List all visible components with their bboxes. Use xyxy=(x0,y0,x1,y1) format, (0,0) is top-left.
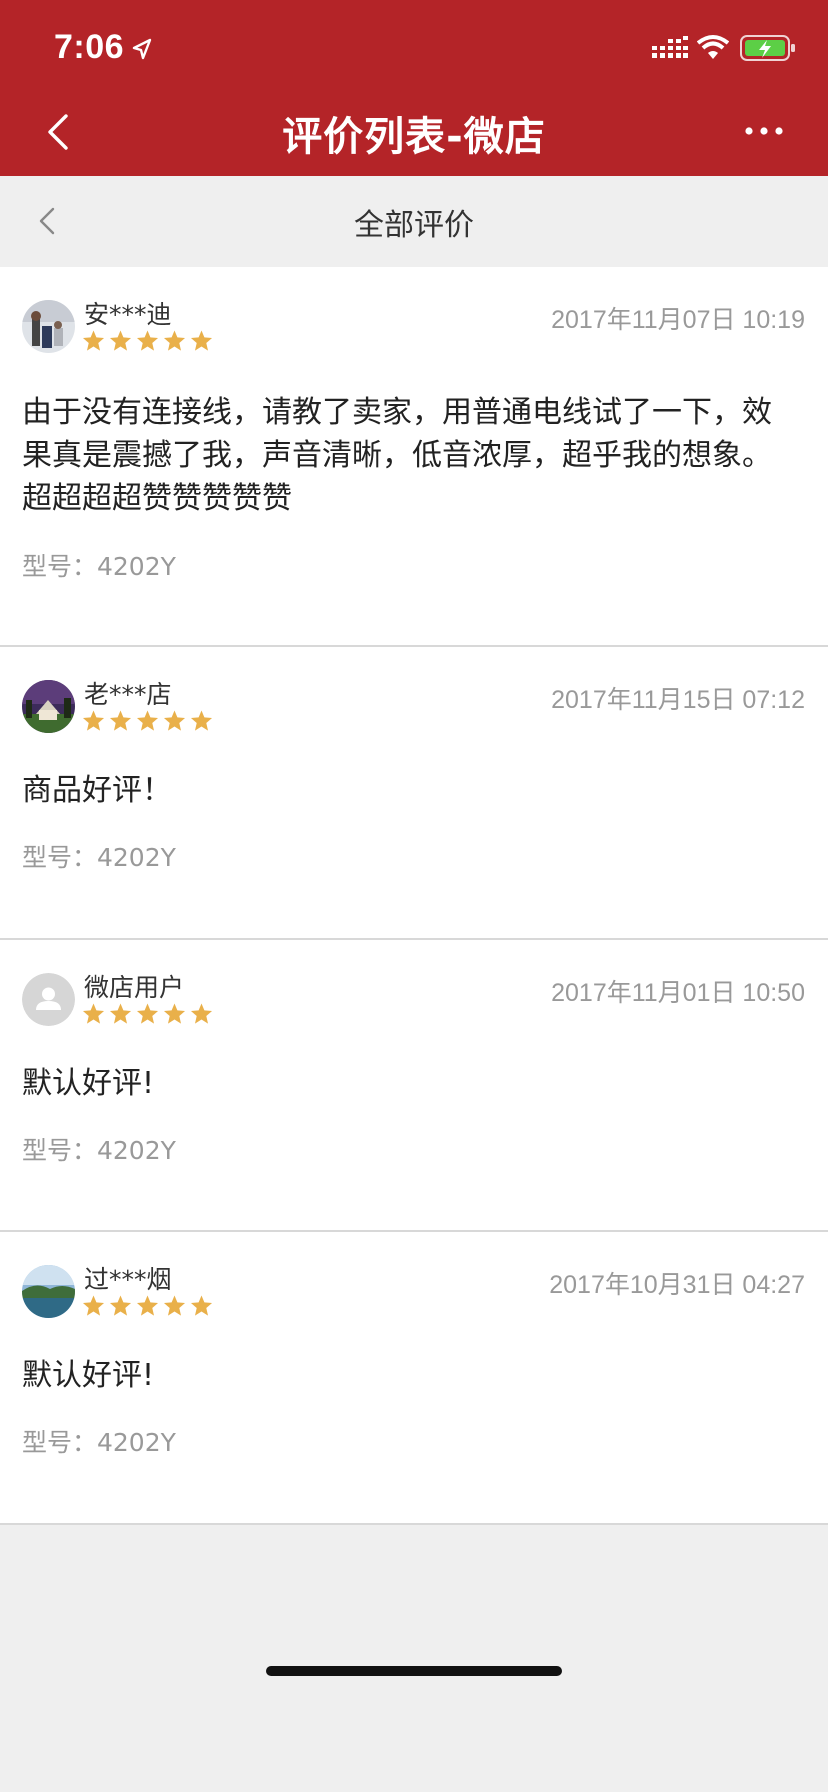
review-date: 2017年11月07日 10:19 xyxy=(551,306,805,334)
user-avatar xyxy=(22,1265,75,1318)
review-date: 2017年11月15日 07:12 xyxy=(551,686,805,714)
wifi-icon xyxy=(697,35,729,59)
user-avatar xyxy=(22,300,75,353)
default-avatar-icon xyxy=(22,973,75,1026)
review-date: 2017年11月01日 10:50 xyxy=(551,979,805,1007)
star-icon xyxy=(163,1003,186,1024)
star-icon xyxy=(82,710,105,731)
star-icon xyxy=(163,1295,186,1316)
product-model: 型号：4202Y xyxy=(22,1428,176,1457)
star-icon xyxy=(190,710,213,731)
product-model: 型号：4202Y xyxy=(22,843,176,872)
review-text: 由于没有连接线，请教了卖家，用普通电线试了一下，效果真是震撼了我，声音清晰，低音… xyxy=(22,395,772,516)
star-icon xyxy=(109,1295,132,1316)
star-icon xyxy=(136,1295,159,1316)
star-icon xyxy=(136,710,159,731)
top-bar: 7:06 评价列表-微店 xyxy=(0,0,828,176)
star-icon xyxy=(190,1003,213,1024)
review-item: 老***店 2017年11月15日 07:12 商品好评！ 型号：4202Y xyxy=(0,647,828,940)
product-model: 型号：4202Y xyxy=(22,1136,176,1165)
sub-header: 全部评价 xyxy=(0,176,828,267)
star-icon xyxy=(109,710,132,731)
review-item: 安***迪 2017年11月07日 10:19 由于没有连接线，请教了卖家，用普… xyxy=(0,267,828,647)
review-item: 微店用户 2017年11月01日 10:50 默认好评! 型号：4202Y xyxy=(0,940,828,1232)
review-text: 商品好评！ xyxy=(22,773,172,808)
star-icon xyxy=(190,1295,213,1316)
star-icon xyxy=(82,330,105,351)
cellular-signal-icon xyxy=(652,36,688,58)
rating-stars xyxy=(82,1002,213,1025)
user-name: 微店用户 xyxy=(84,973,185,1002)
review-date: 2017年10月31日 04:27 xyxy=(549,1271,805,1299)
rating-stars xyxy=(82,329,213,352)
star-icon xyxy=(136,330,159,351)
more-icon[interactable] xyxy=(744,118,784,144)
star-icon xyxy=(163,330,186,351)
review-text: 默认好评! xyxy=(22,1358,155,1393)
star-icon xyxy=(190,330,213,351)
star-icon xyxy=(82,1295,105,1316)
home-indicator[interactable] xyxy=(266,1666,562,1676)
battery-charging-icon xyxy=(740,35,795,61)
star-icon xyxy=(136,1003,159,1024)
star-icon xyxy=(82,1003,105,1024)
section-title: 全部评价 xyxy=(354,208,474,243)
star-icon xyxy=(109,1003,132,1024)
user-name: 过***烟 xyxy=(84,1265,172,1294)
star-icon xyxy=(109,330,132,351)
rating-stars xyxy=(82,1294,213,1317)
user-name: 安***迪 xyxy=(84,300,172,329)
page-title: 评价列表-微店 xyxy=(282,114,546,160)
star-icon xyxy=(163,710,186,731)
location-arrow-icon xyxy=(132,38,152,60)
rating-stars xyxy=(82,709,213,732)
user-avatar xyxy=(22,680,75,733)
review-text: 默认好评! xyxy=(22,1066,155,1101)
user-name: 老***店 xyxy=(84,680,172,709)
status-time: 7:06 xyxy=(54,28,125,66)
review-item: 过***烟 2017年10月31日 04:27 默认好评! 型号：4202Y xyxy=(0,1232,828,1525)
product-model: 型号：4202Y xyxy=(22,552,176,581)
